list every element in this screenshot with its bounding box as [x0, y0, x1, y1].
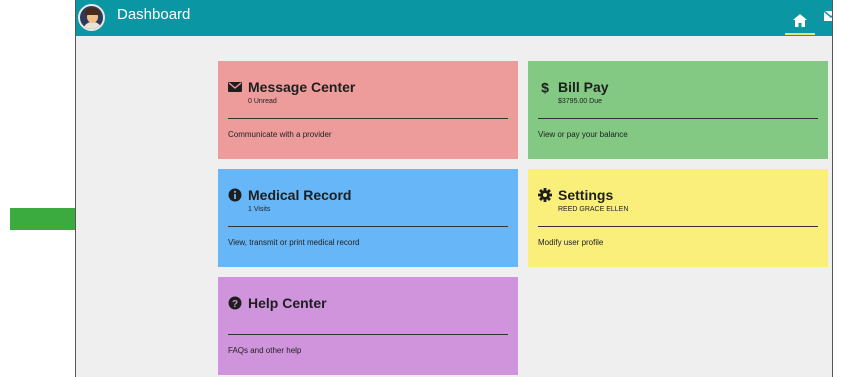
top-bar: Dashboard	[76, 0, 832, 36]
medical-record-card[interactable]: Medical Record 1 Visits View, transmit o…	[218, 169, 518, 267]
divider	[228, 334, 508, 335]
divider	[228, 226, 508, 227]
card-subtitle: REED GRACE ELLEN	[558, 206, 629, 213]
card-action: Communicate with a provider	[228, 130, 332, 139]
home-button[interactable]	[785, 5, 815, 35]
app-window: Dashboard Message Center 0 Unread Commun…	[75, 0, 833, 377]
svg-text:?: ?	[232, 299, 238, 310]
card-action: View or pay your balance	[538, 130, 628, 139]
svg-text:$: $	[541, 80, 549, 94]
dollar-icon: $	[541, 80, 549, 94]
info-icon	[228, 188, 242, 202]
envelope-icon	[228, 82, 242, 92]
card-title: Settings	[558, 187, 614, 203]
home-icon	[793, 13, 807, 27]
bill-pay-card[interactable]: $ Bill Pay $3795.00 Due View or pay your…	[528, 61, 828, 159]
help-center-card[interactable]: ? Help Center FAQs and other help	[218, 277, 518, 375]
card-title: Medical Record	[248, 187, 352, 203]
gear-icon	[538, 188, 552, 202]
avatar[interactable]	[78, 4, 105, 31]
card-subtitle: 1 Visits	[248, 206, 271, 213]
card-title: Bill Pay	[558, 79, 609, 95]
card-action: Modify user profile	[538, 238, 604, 247]
active-tab-indicator	[785, 33, 815, 35]
card-action: View, transmit or print medical record	[228, 238, 360, 247]
divider	[538, 226, 818, 227]
question-icon: ?	[228, 296, 242, 310]
card-action: FAQs and other help	[228, 346, 302, 355]
divider	[228, 118, 508, 119]
page-title: Dashboard	[117, 6, 191, 23]
card-subtitle: $3795.00 Due	[558, 98, 602, 105]
card-title: Help Center	[248, 295, 327, 311]
settings-card[interactable]: Settings REED GRACE ELLEN Modify user pr…	[528, 169, 828, 267]
divider	[538, 118, 818, 119]
message-center-card[interactable]: Message Center 0 Unread Communicate with…	[218, 61, 518, 159]
card-title: Message Center	[248, 79, 356, 95]
mail-icon[interactable]	[824, 9, 833, 23]
card-subtitle: 0 Unread	[248, 98, 277, 105]
